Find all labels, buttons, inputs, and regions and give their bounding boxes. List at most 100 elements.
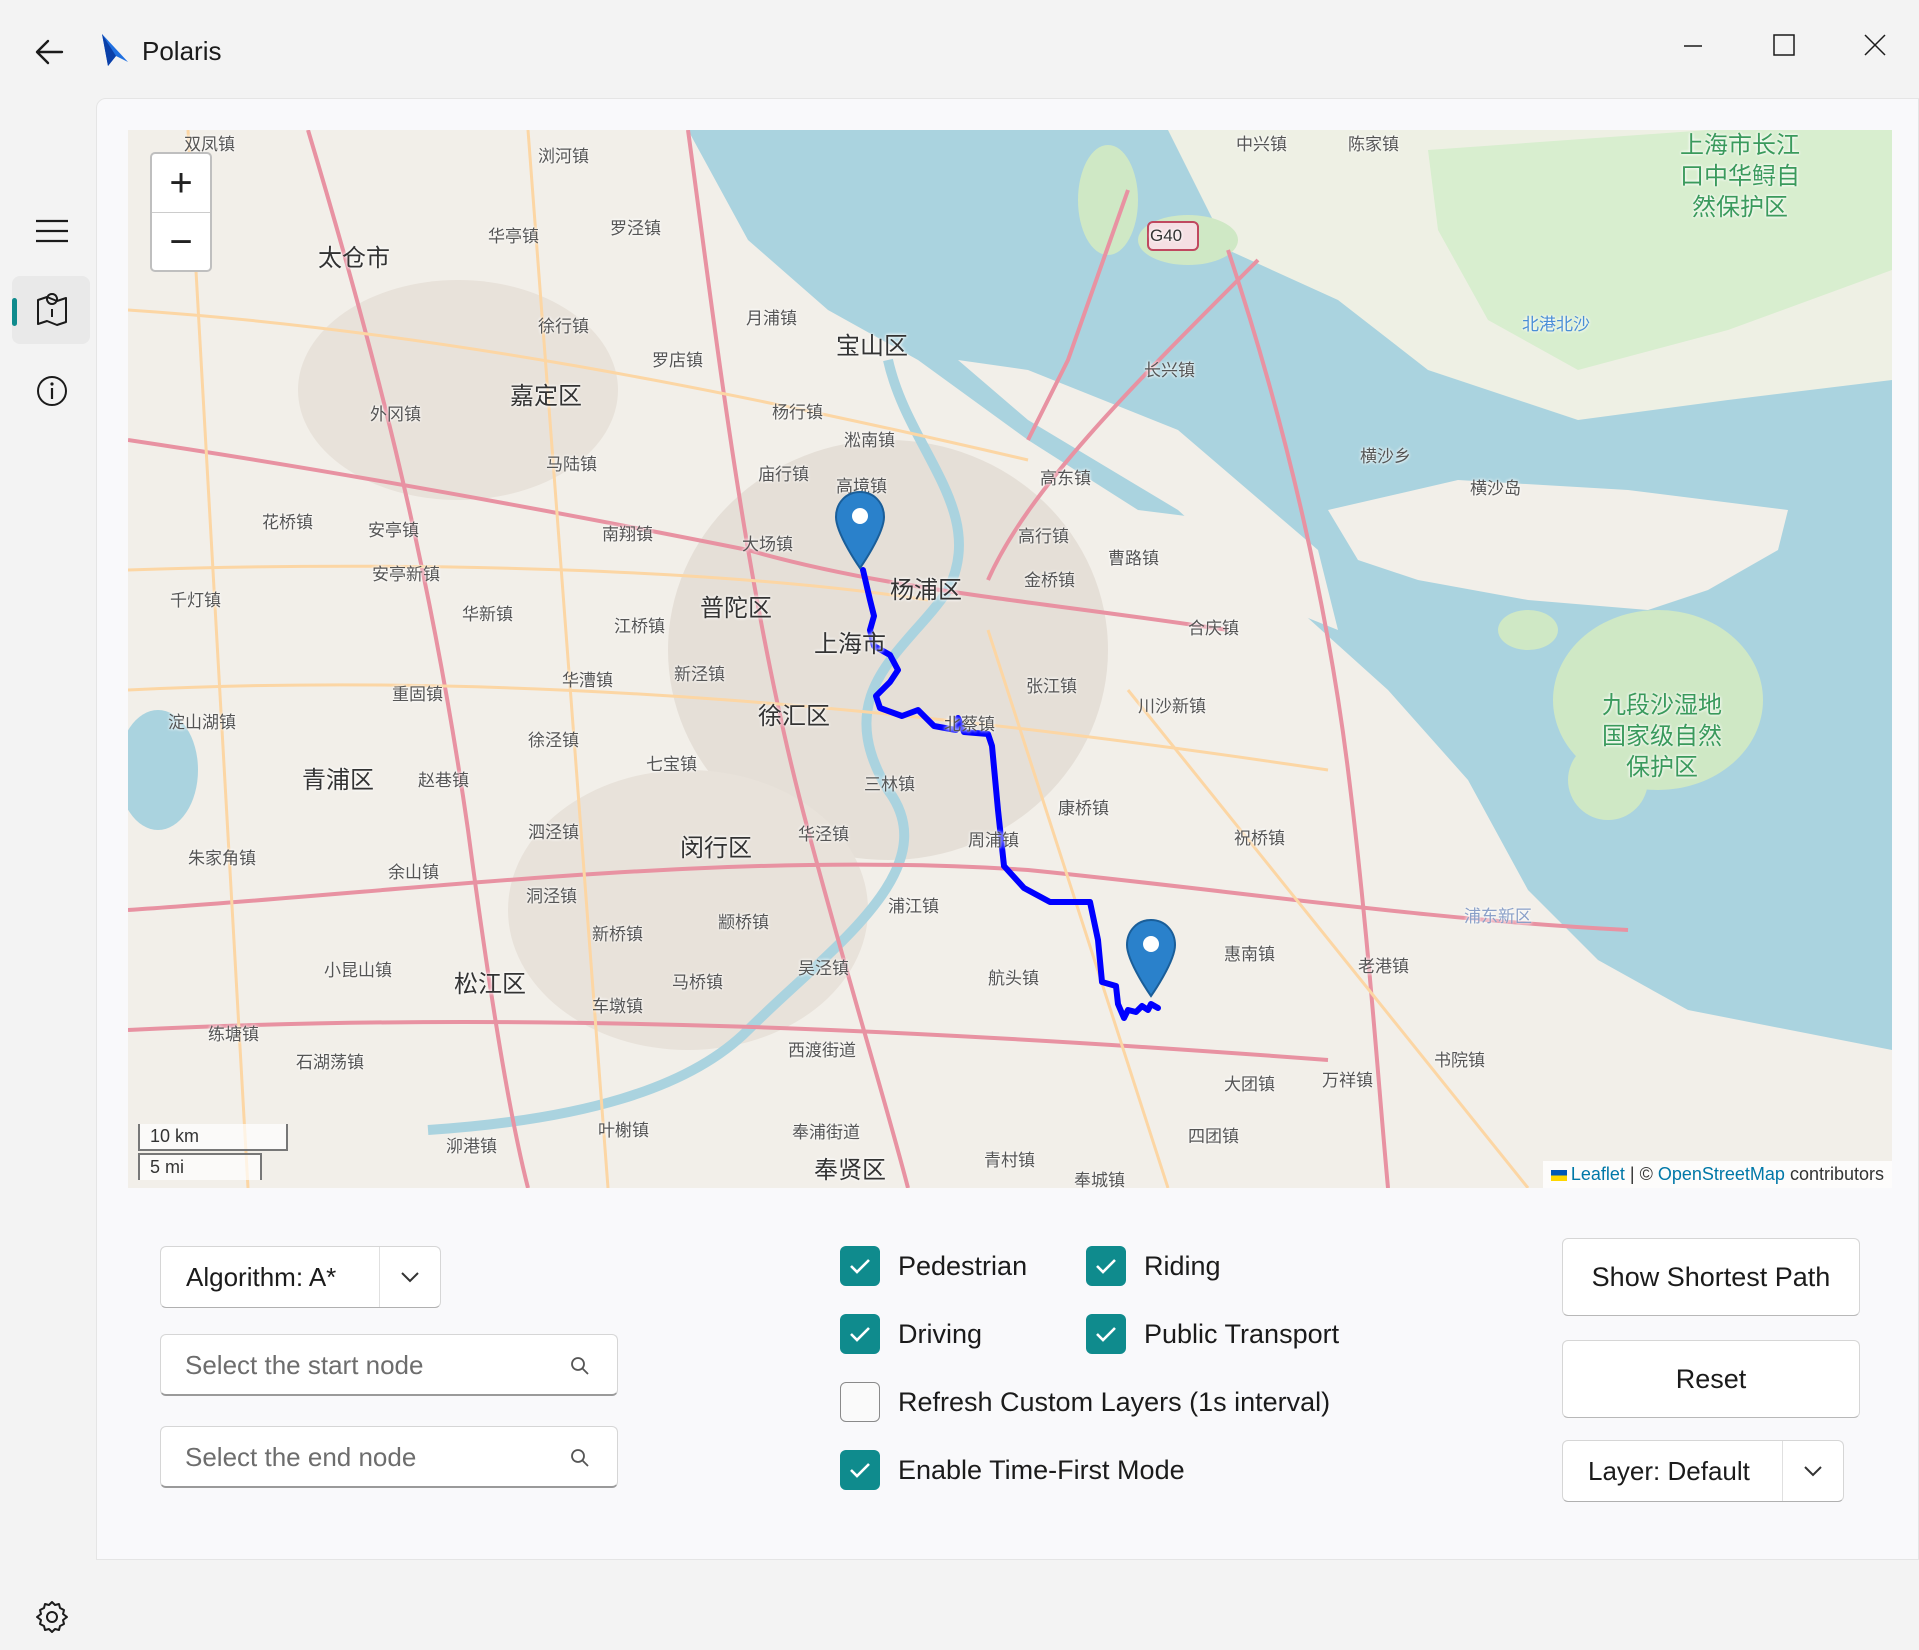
nav-item-info[interactable] <box>12 356 90 424</box>
nav-menu-toggle[interactable] <box>12 196 90 264</box>
map-label: 祝桥镇 <box>1234 829 1285 848</box>
chevron-down-icon <box>380 1270 440 1284</box>
nav-item-map[interactable] <box>12 276 90 344</box>
show-shortest-path-button[interactable]: Show Shortest Path <box>1562 1238 1860 1316</box>
island-small-3 <box>1078 145 1138 255</box>
checkbox-checked-icon[interactable] <box>840 1450 880 1490</box>
checkbox-label: Pedestrian <box>898 1250 1028 1281</box>
minimize-button[interactable] <box>1660 18 1720 70</box>
map-attribution: Leaflet | © OpenStreetMap contributors <box>1542 1161 1892 1188</box>
maximize-icon <box>1773 34 1795 56</box>
zoom-in-button[interactable]: + <box>152 154 210 212</box>
start-node-search[interactable] <box>160 1334 618 1396</box>
search-icon[interactable] <box>569 1355 591 1377</box>
start-marker[interactable] <box>834 490 886 570</box>
map-label: 长兴镇 <box>1144 361 1195 380</box>
map-label: 浏河镇 <box>538 147 589 166</box>
app-title: Polaris <box>142 36 222 66</box>
checkbox-riding[interactable]: Riding <box>1086 1246 1221 1286</box>
title-bar: Polaris <box>0 0 1919 100</box>
map-label: 浦江镇 <box>888 897 939 916</box>
map-label: 三林镇 <box>864 775 915 794</box>
checkbox-unchecked-icon[interactable] <box>840 1382 880 1422</box>
map-label: 奉贤区 <box>814 1157 886 1184</box>
map-label: 万祥镇 <box>1322 1071 1373 1090</box>
map-label: 外冈镇 <box>370 405 421 424</box>
search-icon[interactable] <box>569 1447 591 1469</box>
map-label: 车墩镇 <box>592 997 643 1016</box>
checkbox-label: Enable Time-First Mode <box>898 1454 1185 1485</box>
algorithm-dropdown[interactable]: Algorithm: A* <box>160 1246 441 1308</box>
checkbox-checked-icon[interactable] <box>840 1246 880 1286</box>
layer-dropdown[interactable]: Layer: Default <box>1562 1440 1844 1502</box>
reset-button[interactable]: Reset <box>1562 1340 1860 1418</box>
checkbox-time-first-mode[interactable]: Enable Time-First Mode <box>840 1450 1185 1490</box>
checkbox-public-transport[interactable]: Public Transport <box>1086 1314 1339 1354</box>
map-label: 北蔡镇 <box>944 715 995 734</box>
map-label: 马陆镇 <box>546 455 597 474</box>
map-label: 青浦区 <box>302 767 374 794</box>
back-button[interactable] <box>28 30 72 74</box>
map-label: 四团镇 <box>1188 1127 1239 1146</box>
navigation-pane <box>0 100 96 1633</box>
checkbox-checked-icon[interactable] <box>1086 1246 1126 1286</box>
end-marker[interactable] <box>1125 918 1177 998</box>
map-label: 大场镇 <box>742 535 793 554</box>
map-label: 新桥镇 <box>592 925 643 944</box>
map-label: 石湖荡镇 <box>296 1053 364 1072</box>
checkbox-pedestrian[interactable]: Pedestrian <box>840 1246 1027 1286</box>
zoom-out-button[interactable]: − <box>152 212 210 271</box>
map-label: 中兴镇 <box>1236 135 1287 154</box>
ukraine-flag-icon <box>1550 1169 1567 1181</box>
map-label: 月浦镇 <box>746 309 797 328</box>
map-scale: 10 km 5 mi <box>138 1124 298 1180</box>
map-label: 江桥镇 <box>614 617 665 636</box>
map-view[interactable]: 双凤镇 浏河镇 太仓市 华亭镇 罗泾镇 宝山区 月浦镇 徐行镇 罗店镇 嘉定区 … <box>128 130 1892 1188</box>
close-button[interactable] <box>1844 18 1904 70</box>
map-label: 周浦镇 <box>968 831 1019 850</box>
checkbox-refresh-custom-layers[interactable]: Refresh Custom Layers (1s interval) <box>840 1382 1330 1422</box>
map-label: 闵行区 <box>680 835 752 862</box>
attribution-tail: contributors <box>1789 1164 1884 1184</box>
osm-link[interactable]: OpenStreetMap <box>1658 1164 1785 1184</box>
map-label: 航头镇 <box>988 969 1039 988</box>
map-label: 颛桥镇 <box>718 913 769 932</box>
leaflet-link[interactable]: Leaflet <box>1571 1164 1625 1184</box>
map-label: 康桥镇 <box>1058 799 1109 818</box>
checkbox-checked-icon[interactable] <box>1086 1314 1126 1354</box>
map-label: 高行镇 <box>1018 527 1069 546</box>
checkbox-label: Refresh Custom Layers (1s interval) <box>898 1386 1331 1417</box>
map-label: 金桥镇 <box>1024 571 1075 590</box>
map-label: 老港镇 <box>1358 957 1409 976</box>
map-label: 千灯镇 <box>170 591 221 610</box>
map-label: 小昆山镇 <box>324 961 392 980</box>
map-label: 华亭镇 <box>488 227 539 246</box>
map-label: 徐行镇 <box>538 317 589 336</box>
end-node-search[interactable] <box>160 1426 618 1488</box>
urban-south <box>508 770 868 1050</box>
hamburger-menu-icon <box>36 219 68 243</box>
map-label: 叶榭镇 <box>598 1121 649 1140</box>
map-label: 洞泾镇 <box>526 887 577 906</box>
map-label: 嘉定区 <box>510 383 582 410</box>
maximize-button[interactable] <box>1754 18 1814 70</box>
map-label: 横沙岛 <box>1470 479 1521 498</box>
map-label: 普陀区 <box>700 595 772 622</box>
back-arrow-icon <box>35 39 64 65</box>
checkbox-label: Driving <box>898 1318 983 1349</box>
nav-item-settings[interactable] <box>12 1582 90 1650</box>
selection-indicator <box>12 298 17 326</box>
layer-label: Layer: Default <box>1588 1455 1750 1486</box>
start-node-input[interactable] <box>161 1335 567 1395</box>
checkbox-driving[interactable]: Driving <box>840 1314 982 1354</box>
scale-mi: 5 mi <box>138 1153 262 1180</box>
map-label: 奉城镇 <box>1074 1171 1125 1188</box>
checkbox-checked-icon[interactable] <box>840 1314 880 1354</box>
map-label: 川沙新镇 <box>1138 697 1206 716</box>
close-icon <box>1864 34 1886 56</box>
end-node-input[interactable] <box>161 1427 567 1487</box>
map-label: 练塘镇 <box>208 1025 259 1044</box>
map-label: 泗泾镇 <box>528 823 579 842</box>
map-label: 罗泾镇 <box>610 219 661 238</box>
map-icon <box>37 293 67 326</box>
